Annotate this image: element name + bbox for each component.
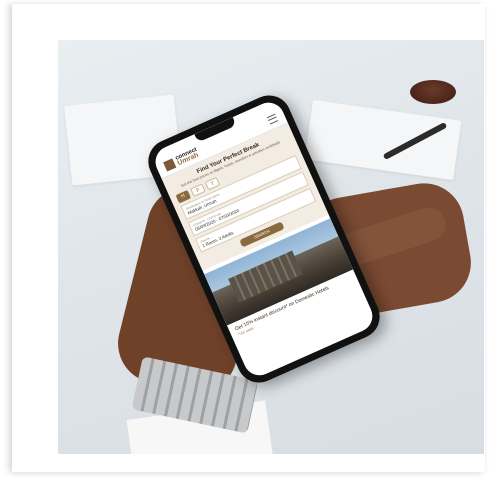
pen-holder [410,80,456,104]
menu-icon[interactable] [266,113,279,125]
logo-mark [162,157,177,172]
photo-frame: connect Umrah Find Your Perfect Break Ge… [12,4,485,472]
desk-paper [304,99,462,181]
